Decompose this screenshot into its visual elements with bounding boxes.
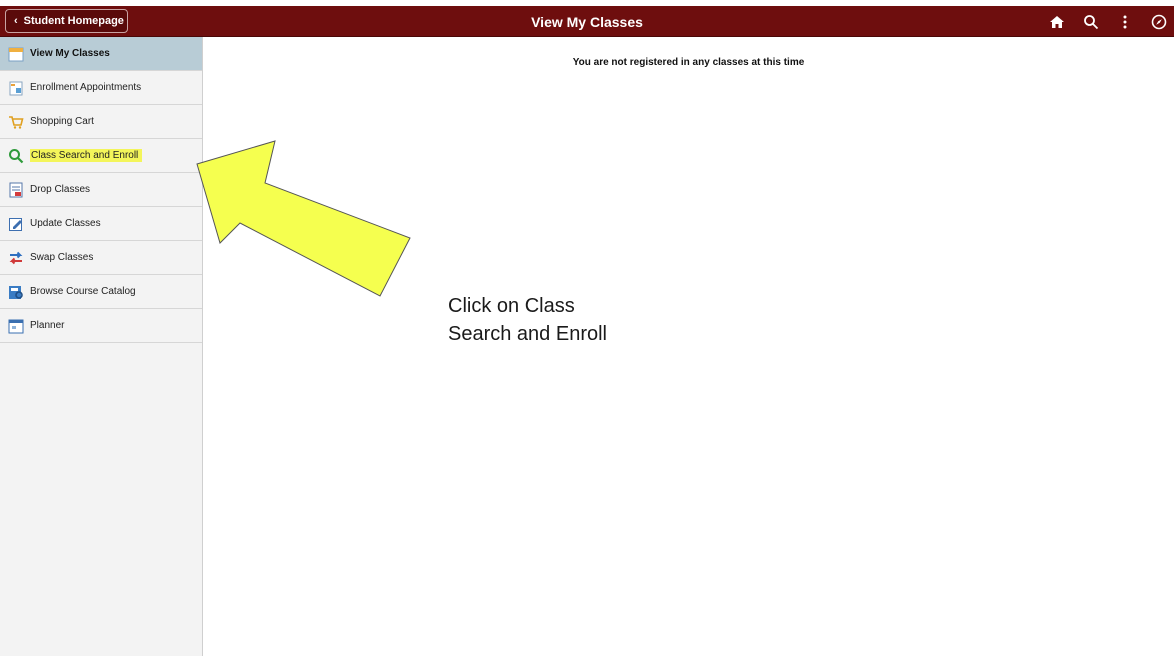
calendar-icon [8,46,24,62]
sidebar-item-label: Update Classes [30,218,101,229]
sidebar-item-drop-classes[interactable]: Drop Classes [0,173,202,207]
sidebar-item-label: Swap Classes [30,252,94,263]
sidebar-item-label: View My Classes [30,48,110,59]
sidebar-item-label: Shopping Cart [30,116,94,127]
sidebar-item-label: Browse Course Catalog [30,286,136,297]
back-button-label: Student Homepage [23,15,124,27]
appointment-icon [8,80,24,96]
no-classes-message: You are not registered in any classes at… [572,57,805,68]
sidebar-item-view-my-classes[interactable]: View My Classes [0,37,202,71]
sidebar-item-shopping-cart[interactable]: Shopping Cart [0,105,202,139]
sidebar-item-enrollment-appointments[interactable]: Enrollment Appointments [0,71,202,105]
chevron-left-icon: ‹ [14,14,18,27]
annotation-text: Click on Class Search and Enroll [448,292,688,348]
swap-icon [8,250,24,266]
sidebar-item-class-search-and-enroll[interactable]: Class Search and Enroll [0,139,202,173]
header-actions [1046,6,1170,37]
edit-icon [8,216,24,232]
sidebar-item-label: Planner [30,320,65,331]
compass-icon[interactable] [1148,11,1170,33]
sidebar-item-label: Class Search and Enroll [30,149,143,162]
sidebar-nav: View My Classes Enrollment Appointments … [0,37,203,656]
sidebar-item-update-classes[interactable]: Update Classes [0,207,202,241]
student-homepage-button[interactable]: ‹ Student Homepage [5,9,128,33]
search-icon[interactable] [1080,11,1102,33]
planner-icon [8,318,24,334]
annotation-arrow [196,140,411,297]
annotation-line-2: Search and Enroll [448,323,607,345]
sidebar-item-browse-course-catalog[interactable]: Browse Course Catalog [0,275,202,309]
sidebar-item-swap-classes[interactable]: Swap Classes [0,241,202,275]
cart-icon [8,114,24,130]
page-title: View My Classes [531,13,643,30]
more-icon[interactable] [1114,11,1136,33]
sidebar-item-label: Enrollment Appointments [30,82,142,93]
drop-icon [8,182,24,198]
sidebar-item-label: Drop Classes [30,184,91,195]
sidebar-item-planner[interactable]: Planner [0,309,202,343]
search-icon [8,148,24,164]
annotation-line-1: Click on Class [448,295,575,317]
home-icon[interactable] [1046,11,1068,33]
catalog-icon [8,284,24,300]
header-bar: ‹ Student Homepage View My Classes [0,6,1174,37]
